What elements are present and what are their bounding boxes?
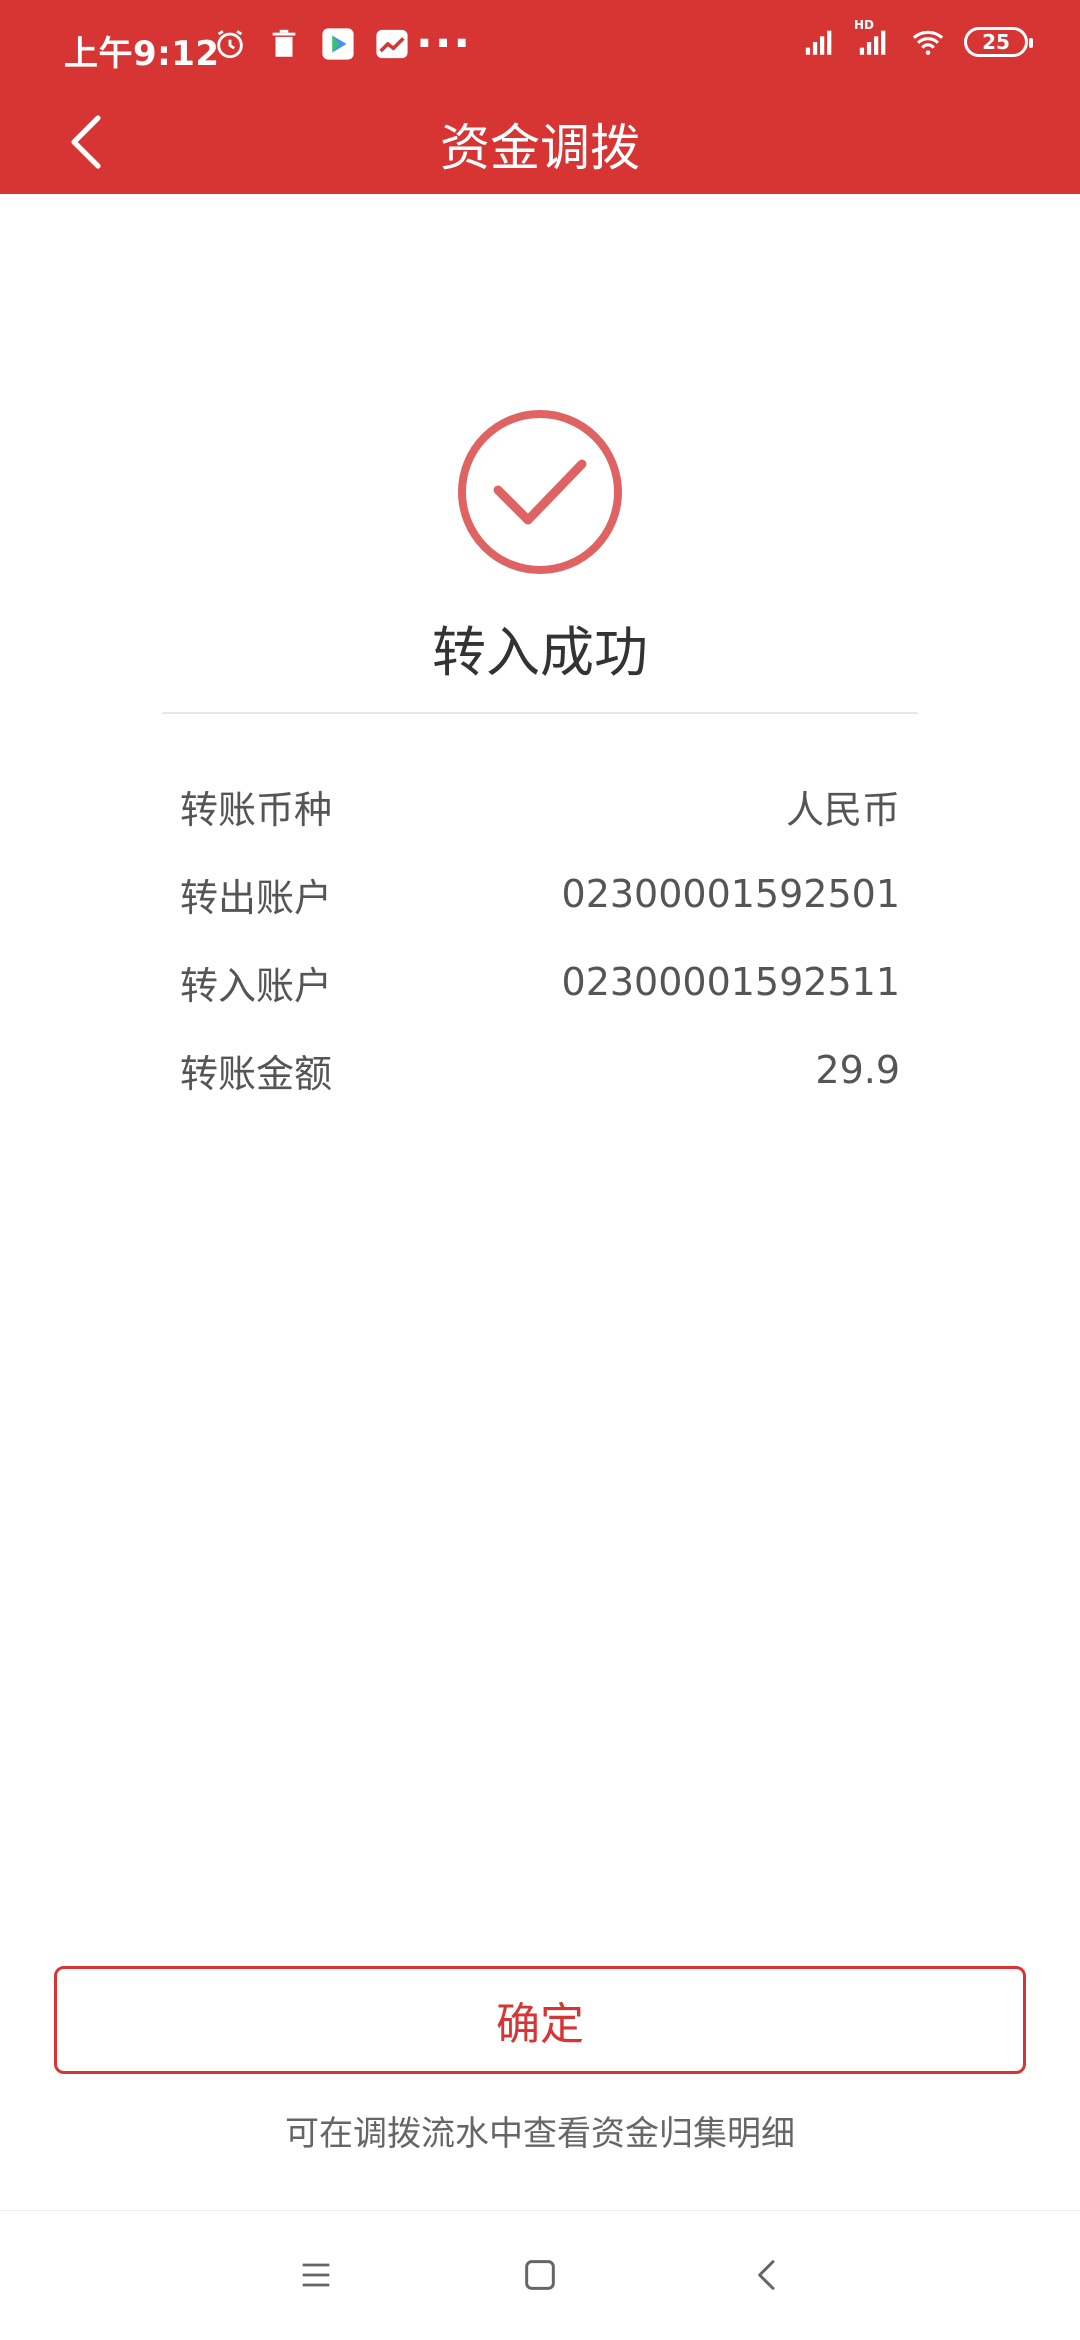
detail-value: 人民币 [785, 787, 900, 832]
result-title: 转入成功 [432, 621, 648, 684]
more-notifications-icon: ··· [416, 18, 473, 69]
system-navigation-bar [0, 2210, 1080, 2340]
detail-label: 转账金额 [180, 1051, 333, 1096]
header: 资金调拨 [0, 96, 1080, 194]
confirm-button[interactable]: 确定 [54, 1966, 1026, 2074]
trash-icon [266, 26, 302, 62]
stock-app-icon [374, 26, 410, 62]
transfer-details: 转账币种 人民币 转出账户 02300001592501 转入账户 023000… [180, 762, 900, 1114]
status-notification-icons [212, 26, 410, 62]
screen: 上午9:12 ··· HD 25 资金调拨 转入成功 转账币种 人民币 转出账户… [0, 0, 1080, 2340]
detail-row-amount: 转账金额 29.9 [180, 1026, 900, 1114]
top-bar: 上午9:12 ··· HD 25 资金调拨 [0, 0, 1080, 194]
nav-menu-button[interactable] [286, 2245, 346, 2305]
hint-text: 可在调拨流水中查看资金归集明细 [285, 2114, 795, 2154]
detail-row-to-account: 转入账户 02300001592511 [180, 938, 900, 1026]
wifi-icon [910, 24, 946, 60]
detail-label: 转账币种 [180, 787, 333, 832]
detail-row-currency: 转账币种 人民币 [180, 762, 900, 850]
nav-home-button[interactable] [510, 2245, 570, 2305]
menu-icon [302, 2263, 330, 2287]
check-circle-icon [458, 410, 622, 574]
detail-label: 转出账户 [180, 875, 333, 920]
hd-signal-icon: HD [854, 18, 892, 60]
hd-label: HD [854, 18, 875, 32]
signal-icon [802, 24, 838, 60]
divider [162, 712, 918, 714]
status-system-icons: HD 25 [802, 18, 1033, 60]
detail-value: 02300001592511 [561, 960, 900, 1004]
detail-label: 转入账户 [180, 963, 333, 1008]
status-bar: 上午9:12 ··· HD 25 [0, 0, 1080, 96]
battery-icon: 25 [964, 27, 1033, 57]
alarm-icon [212, 26, 248, 62]
detail-row-from-account: 转出账户 02300001592501 [180, 850, 900, 938]
play-store-icon [320, 26, 356, 62]
chevron-left-icon [758, 2260, 775, 2290]
detail-value: 02300001592501 [561, 872, 900, 916]
nav-back-button[interactable] [738, 2245, 798, 2305]
square-icon [525, 2260, 555, 2290]
detail-value: 29.9 [815, 1048, 900, 1092]
status-time: 上午9:12 [64, 34, 220, 74]
battery-level: 25 [982, 30, 1010, 54]
page-title: 资金调拨 [440, 119, 640, 177]
